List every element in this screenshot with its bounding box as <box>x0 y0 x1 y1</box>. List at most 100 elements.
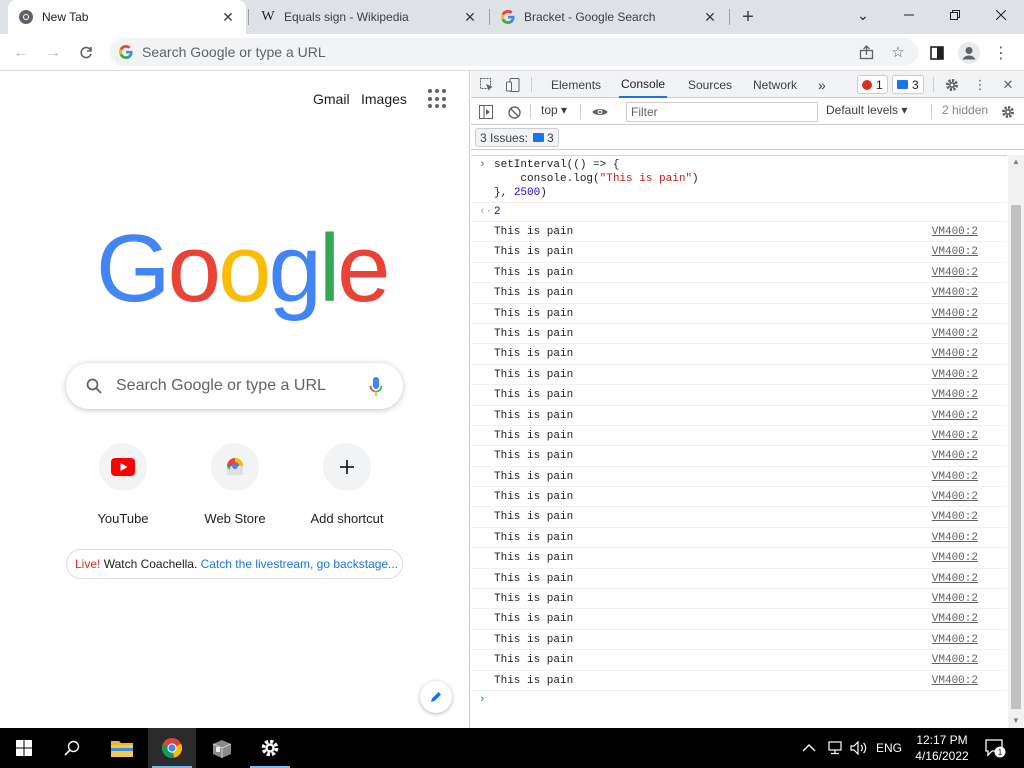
close-window-button[interactable] <box>978 0 1024 30</box>
taskbar-search-icon[interactable] <box>48 728 96 768</box>
omnibox-input[interactable] <box>142 44 822 60</box>
notifications-icon[interactable]: 1 <box>984 728 1006 768</box>
context-selector[interactable]: top ▾ <box>541 103 567 117</box>
log-source-link[interactable]: VM400:2 <box>932 283 978 303</box>
log-source-link[interactable]: VM400:2 <box>932 671 978 691</box>
more-menu-icon[interactable]: ⋮ <box>988 40 1014 66</box>
close-tab-icon[interactable]: ✕ <box>220 9 236 25</box>
clear-console-icon[interactable] <box>504 102 524 122</box>
log-source-link[interactable]: VM400:2 <box>932 385 978 405</box>
promo-link[interactable]: Catch the livestream, go backstage... <box>201 557 398 571</box>
log-source-link[interactable]: VM400:2 <box>932 609 978 629</box>
devtools-settings-gear-icon[interactable] <box>942 75 962 95</box>
inspect-element-icon[interactable] <box>477 75 497 95</box>
console-log-row: This is pain VM400:2 <box>471 344 1007 365</box>
log-source-link[interactable]: VM400:2 <box>932 324 978 344</box>
language-indicator[interactable]: ENG <box>876 728 902 768</box>
scrollbar-thumb[interactable] <box>1011 205 1021 709</box>
taskbar-clock[interactable]: 12:17 PM 4/16/2022 <box>902 732 982 764</box>
console-log-row: This is pain VM400:2 <box>471 569 1007 590</box>
share-icon[interactable] <box>852 38 880 66</box>
log-source-link[interactable]: VM400:2 <box>932 344 978 364</box>
devtools-tab-sources[interactable]: Sources <box>686 71 734 98</box>
close-tab-icon[interactable]: ✕ <box>702 9 718 25</box>
error-count-badge[interactable]: 1 <box>857 75 888 94</box>
gmail-link[interactable]: Gmail <box>313 91 350 107</box>
log-message: This is pain <box>494 348 574 361</box>
console-filter-input[interactable] <box>626 102 818 122</box>
log-source-link[interactable]: VM400:2 <box>932 528 978 548</box>
file-explorer-icon[interactable] <box>98 728 146 768</box>
log-source-link[interactable]: VM400:2 <box>932 467 978 487</box>
shortcut-add[interactable]: Add shortcut <box>291 443 403 526</box>
windows-start-icon[interactable] <box>0 728 48 768</box>
google-apps-icon[interactable] <box>428 89 448 109</box>
minimize-button[interactable] <box>886 0 932 30</box>
customize-pencil-icon[interactable] <box>420 681 452 713</box>
ntp-search-box[interactable] <box>66 363 403 409</box>
message-count-badge[interactable]: 3 <box>892 75 924 94</box>
log-source-link[interactable]: VM400:2 <box>932 507 978 527</box>
volume-icon[interactable] <box>850 728 868 768</box>
scroll-up-arrow-icon[interactable]: ▲ <box>1011 157 1021 167</box>
promo-banner[interactable]: Live! Watch Coachella. Catch the livestr… <box>66 549 403 579</box>
scroll-down-arrow-icon[interactable]: ▼ <box>1011 716 1021 726</box>
new-tab-button[interactable]: + <box>736 5 760 29</box>
close-devtools-icon[interactable]: ✕ <box>998 75 1018 95</box>
log-levels-dropdown[interactable]: Default levels ▾ <box>826 103 907 117</box>
log-source-link[interactable]: VM400:2 <box>932 406 978 426</box>
log-source-link[interactable]: VM400:2 <box>932 426 978 446</box>
logo-letter: g <box>268 215 321 322</box>
more-tabs-chevron-icon[interactable]: » <box>816 71 828 98</box>
log-source-link[interactable]: VM400:2 <box>932 650 978 670</box>
chrome-taskbar-icon[interactable] <box>148 728 196 768</box>
tab-title: Bracket - Google Search <box>524 10 656 24</box>
devtools-tab-console[interactable]: Console <box>619 71 668 98</box>
device-toolbar-icon[interactable] <box>503 75 523 95</box>
log-source-link[interactable]: VM400:2 <box>932 548 978 568</box>
console-settings-gear-icon[interactable] <box>998 102 1018 122</box>
log-source-link[interactable]: VM400:2 <box>932 446 978 466</box>
log-source-link[interactable]: VM400:2 <box>932 304 978 324</box>
show-hidden-icons-chevron-icon[interactable] <box>802 728 816 768</box>
shortcut-youtube[interactable]: YouTube <box>67 443 179 526</box>
tab-search-icon[interactable]: ⌄ <box>840 0 886 30</box>
forward-arrow-icon[interactable]: → <box>40 40 66 66</box>
tab-new-tab[interactable]: New Tab ✕ <box>8 0 246 34</box>
log-source-link[interactable]: VM400:2 <box>932 365 978 385</box>
console-prompt[interactable]: › <box>471 691 1007 713</box>
devtools-tab-network[interactable]: Network <box>751 71 799 98</box>
log-source-link[interactable]: VM400:2 <box>932 487 978 507</box>
live-expression-eye-icon[interactable] <box>590 102 610 122</box>
images-link[interactable]: Images <box>361 91 407 107</box>
settings-gear-icon[interactable] <box>246 728 294 768</box>
profile-avatar-icon[interactable] <box>956 40 982 66</box>
voice-search-mic-icon[interactable] <box>369 377 383 397</box>
devtools-more-icon[interactable]: ⋮ <box>970 75 990 95</box>
omnibox[interactable]: ☆ <box>110 38 918 66</box>
log-source-link[interactable]: VM400:2 <box>932 569 978 589</box>
logo-letter: e <box>337 215 390 322</box>
side-panel-icon[interactable] <box>924 40 950 66</box>
restore-button[interactable] <box>932 0 978 30</box>
devtools-tab-elements[interactable]: Elements <box>549 71 603 98</box>
issues-button[interactable]: 3 Issues: 3 <box>475 128 559 147</box>
console-scrollbar[interactable]: ▲ ▼ <box>1008 155 1024 728</box>
show-sidebar-icon[interactable] <box>476 102 496 122</box>
bookmark-star-icon[interactable]: ☆ <box>884 38 912 66</box>
chrome-icon <box>18 9 34 25</box>
reload-icon[interactable] <box>73 40 99 66</box>
back-arrow-icon[interactable]: ← <box>8 40 34 66</box>
log-source-link[interactable]: VM400:2 <box>932 242 978 262</box>
package-app-icon[interactable] <box>198 728 246 768</box>
ntp-search-input[interactable] <box>116 377 356 395</box>
network-icon[interactable] <box>826 728 844 768</box>
log-source-link[interactable]: VM400:2 <box>932 589 978 609</box>
log-source-link[interactable]: VM400:2 <box>932 630 978 650</box>
close-tab-icon[interactable]: ✕ <box>462 9 478 25</box>
tab-wikipedia[interactable]: W Equals sign - Wikipedia ✕ <box>250 0 488 34</box>
log-source-link[interactable]: VM400:2 <box>932 263 978 283</box>
shortcut-web-store[interactable]: Web Store <box>179 443 291 526</box>
tab-google-search[interactable]: Bracket - Google Search ✕ <box>490 0 728 34</box>
log-source-link[interactable]: VM400:2 <box>932 222 978 242</box>
